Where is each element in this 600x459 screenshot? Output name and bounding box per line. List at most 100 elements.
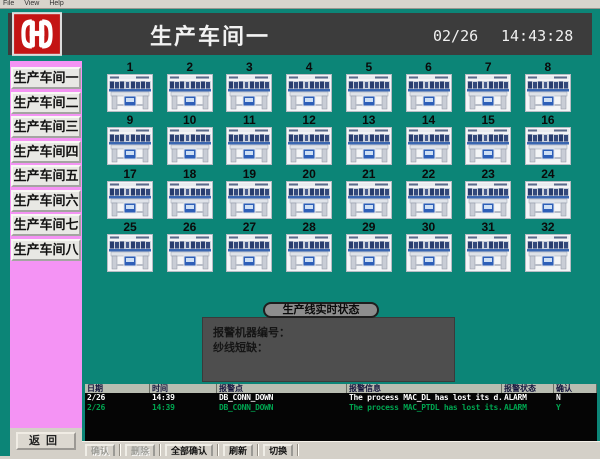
machine-cell-30[interactable]: 30 <box>399 221 459 273</box>
knitting-machine-icon <box>406 234 452 272</box>
machine-cell-12[interactable]: 12 <box>279 114 339 166</box>
knitting-machine-icon <box>406 127 452 165</box>
machine-number: 15 <box>458 114 518 127</box>
alarm-summary-table[interactable]: 日期时间报警点报警信息报警状态确认 2/2614:39DB_CONN_DOWNT… <box>85 384 597 441</box>
machine-cell-5[interactable]: 5 <box>339 61 399 113</box>
alarm-cell: The process MAC_DL has lost its d.. <box>347 393 502 403</box>
sidebar-item-workshop-5[interactable]: 生产车间五 <box>11 165 81 187</box>
machine-cell-16[interactable]: 16 <box>518 114 578 166</box>
sidebar-item-workshop-8[interactable]: 生产车间八 <box>11 239 81 261</box>
knitting-machine-icon <box>406 74 452 112</box>
machine-cell-2[interactable]: 2 <box>160 61 220 113</box>
knitting-machine-icon <box>465 181 511 219</box>
machine-cell-19[interactable]: 19 <box>219 168 279 220</box>
machine-cell-3[interactable]: 3 <box>219 61 279 113</box>
alarm-cell: 2/26 <box>85 403 150 413</box>
alarm-cell: ALARM <box>502 393 554 403</box>
machine-cell-18[interactable]: 18 <box>160 168 220 220</box>
date-display: 02/26 <box>433 27 493 45</box>
knitting-machine-icon <box>346 234 392 272</box>
machine-cell-17[interactable]: 17 <box>100 168 160 220</box>
machine-number: 4 <box>279 61 339 74</box>
knitting-machine-icon <box>286 127 332 165</box>
alarm-machine-number-label: 报警机器编号： <box>213 326 454 341</box>
machine-number: 6 <box>399 61 459 74</box>
knitting-machine-icon <box>107 234 153 272</box>
alarm-cell: 14:39 <box>150 403 217 413</box>
alarm-column-header: 报警状态 <box>502 384 554 393</box>
machine-number: 10 <box>160 114 220 127</box>
knitting-machine-icon <box>525 74 571 112</box>
machine-cell-13[interactable]: 13 <box>339 114 399 166</box>
sidebar-item-workshop-7[interactable]: 生产车间七 <box>11 214 81 236</box>
machine-cell-11[interactable]: 11 <box>219 114 279 166</box>
alarm-table-header: 日期时间报警点报警信息报警状态确认 <box>85 384 597 393</box>
machine-cell-24[interactable]: 24 <box>518 168 578 220</box>
knitting-machine-icon <box>226 181 272 219</box>
machine-cell-6[interactable]: 6 <box>399 61 459 113</box>
sidebar-item-workshop-1[interactable]: 生产车间一 <box>11 67 81 89</box>
sidebar-item-workshop-2[interactable]: 生产车间二 <box>11 92 81 114</box>
machine-cell-10[interactable]: 10 <box>160 114 220 166</box>
machine-cell-21[interactable]: 21 <box>339 168 399 220</box>
back-button[interactable]: 返回 <box>16 432 76 450</box>
machine-cell-7[interactable]: 7 <box>458 61 518 113</box>
alarm-cell: Y <box>554 403 597 413</box>
knitting-machine-icon <box>226 74 272 112</box>
machine-number: 11 <box>219 114 279 127</box>
alarm-cell: 2/26 <box>85 393 150 403</box>
knitting-machine-icon <box>465 74 511 112</box>
knitting-machine-icon <box>226 127 272 165</box>
machine-cell-9[interactable]: 9 <box>100 114 160 166</box>
machine-cell-29[interactable]: 29 <box>339 221 399 273</box>
machine-number: 22 <box>399 168 459 181</box>
machine-cell-15[interactable]: 15 <box>458 114 518 166</box>
machine-cell-27[interactable]: 27 <box>219 221 279 273</box>
machine-number: 9 <box>100 114 160 127</box>
alarm-row[interactable]: 2/2614:39DB_CONN_DOWNThe process MAC_DL … <box>85 393 597 403</box>
alarm-cell: DB_CONN_DOWN <box>217 403 347 413</box>
menu-item-view[interactable]: View <box>24 0 39 8</box>
machine-cell-28[interactable]: 28 <box>279 221 339 273</box>
knitting-machine-icon <box>286 181 332 219</box>
status-panel-title: 生产线实时状态 <box>263 302 379 318</box>
sidebar-item-workshop-3[interactable]: 生产车间三 <box>11 116 81 138</box>
knitting-machine-icon <box>465 127 511 165</box>
knitting-machine-icon <box>107 127 153 165</box>
machine-cell-1[interactable]: 1 <box>100 61 160 113</box>
machine-cell-4[interactable]: 4 <box>279 61 339 113</box>
machine-cell-22[interactable]: 22 <box>399 168 459 220</box>
sidebar-footer: 返回 <box>10 428 82 459</box>
company-logo-icon <box>12 12 62 56</box>
knitting-machine-icon <box>346 127 392 165</box>
menu-item-file[interactable]: File <box>3 0 14 8</box>
menu-bar: File View Help <box>0 0 600 9</box>
machine-number: 21 <box>339 168 399 181</box>
machine-number: 5 <box>339 61 399 74</box>
knitting-machine-icon <box>107 74 153 112</box>
machine-cell-14[interactable]: 14 <box>399 114 459 166</box>
knitting-machine-icon <box>286 234 332 272</box>
machine-number: 8 <box>518 61 578 74</box>
workshop-sidebar: 生产车间一生产车间二生产车间三生产车间四生产车间五生产车间六生产车间七生产车间八 <box>10 61 82 428</box>
machine-cell-20[interactable]: 20 <box>279 168 339 220</box>
machine-cell-31[interactable]: 31 <box>458 221 518 273</box>
alarm-cell: ALARM <box>502 403 554 413</box>
machine-cell-23[interactable]: 23 <box>458 168 518 220</box>
alarm-row[interactable]: 2/2614:39DB_CONN_DOWNThe process MAC_PTD… <box>85 403 597 413</box>
machine-cell-32[interactable]: 32 <box>518 221 578 273</box>
knitting-machine-icon <box>286 74 332 112</box>
alarm-column-header: 确认 <box>554 384 597 393</box>
machine-cell-8[interactable]: 8 <box>518 61 578 113</box>
sidebar-item-workshop-4[interactable]: 生产车间四 <box>11 141 81 163</box>
machine-cell-25[interactable]: 25 <box>100 221 160 273</box>
machine-number: 16 <box>518 114 578 127</box>
knitting-machine-icon <box>525 181 571 219</box>
knitting-machine-icon <box>167 74 213 112</box>
machine-cell-26[interactable]: 26 <box>160 221 220 273</box>
sidebar-item-workshop-6[interactable]: 生产车间六 <box>11 190 81 212</box>
machine-number: 26 <box>160 221 220 234</box>
knitting-machine-icon <box>226 234 272 272</box>
menu-item-help[interactable]: Help <box>49 0 63 8</box>
knitting-machine-icon <box>346 74 392 112</box>
